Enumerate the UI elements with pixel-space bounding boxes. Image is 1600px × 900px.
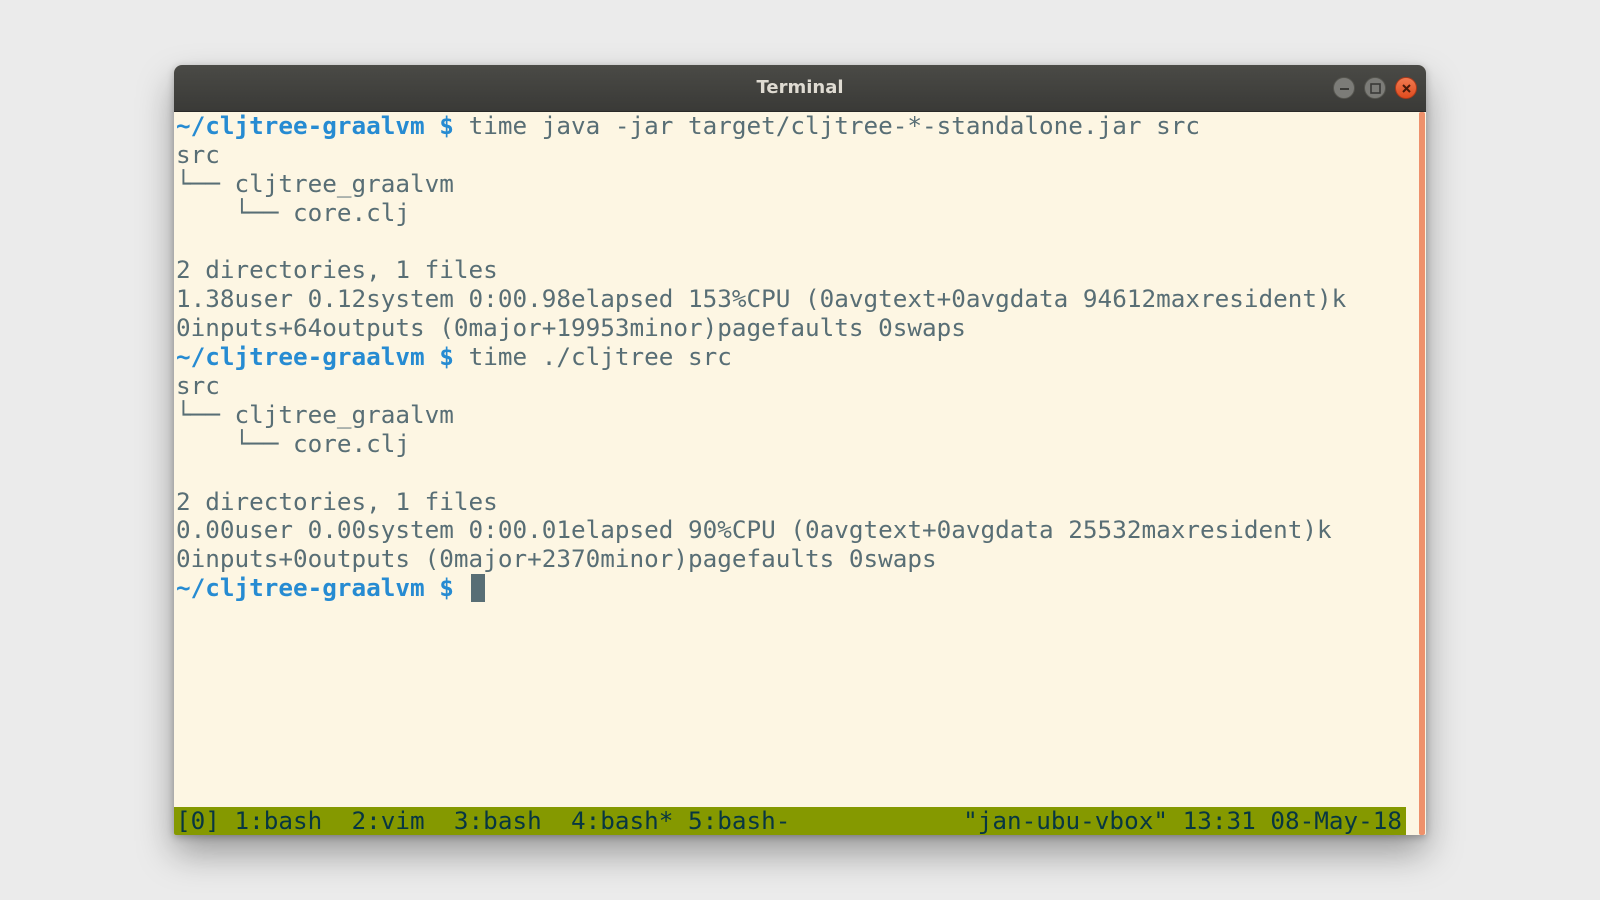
shell-prompt: ~/cljtree-graalvm $ bbox=[176, 111, 454, 140]
line-text: 0inputs+64outputs (0major+19953minor)pag… bbox=[176, 313, 966, 343]
terminal-line: 0inputs+64outputs (0major+19953minor)pag… bbox=[176, 313, 1346, 343]
line-text: 2 directories, 1 files bbox=[176, 486, 498, 516]
terminal-output[interactable]: ~/cljtree-graalvm $ time java -jar targe… bbox=[174, 111, 1414, 835]
line-text: └── core.clj bbox=[176, 197, 411, 227]
scrollbar[interactable] bbox=[1418, 112, 1426, 835]
terminal-line: ~/cljtree-graalvm $ time ./cljtree src bbox=[176, 342, 1346, 372]
line-text: 2 directories, 1 files bbox=[176, 255, 498, 285]
terminal-line: src bbox=[176, 371, 1346, 401]
terminal-lines: ~/cljtree-graalvm $ time java -jar targe… bbox=[176, 111, 1347, 603]
line-text: src bbox=[176, 371, 220, 401]
terminal-line: src bbox=[176, 139, 1346, 170]
tmux-status-bar: [0] 1:bash 2:vim 3:bash 4:bash* 5:bash- … bbox=[174, 807, 1406, 835]
terminal-line: └── cljtree_graalvm bbox=[176, 399, 1346, 430]
line-text: 1.38user 0.12system 0:00.98elapsed 153%C… bbox=[176, 284, 1347, 314]
line-text: time ./cljtree src bbox=[453, 342, 732, 372]
terminal-line: ~/cljtree-graalvm $ bbox=[176, 573, 1346, 603]
terminal-line: 0inputs+0outputs (0major+2370minor)pagef… bbox=[176, 544, 1346, 574]
terminal-line: 2 directories, 1 files bbox=[176, 256, 1346, 285]
tmux-window-list[interactable]: [0] 1:bash 2:vim 3:bash 4:bash* 5:bash- bbox=[176, 807, 790, 835]
line-text: └── cljtree_graalvm bbox=[176, 399, 454, 429]
title-bar[interactable]: Terminal bbox=[174, 65, 1426, 112]
line-text: └── cljtree_graalvm bbox=[176, 168, 454, 198]
close-icon bbox=[1402, 84, 1411, 93]
line-text bbox=[454, 573, 469, 602]
terminal-line: ~/cljtree-graalvm $ time java -jar targe… bbox=[176, 111, 1346, 141]
shell-prompt: ~/cljtree-graalvm $ bbox=[176, 342, 454, 372]
line-text: src bbox=[176, 139, 220, 169]
terminal-line: └── core.clj bbox=[176, 197, 1346, 228]
line-text: 0.00user 0.00system 0:00.01elapsed 90%CP… bbox=[176, 515, 1332, 545]
maximize-icon bbox=[1370, 83, 1381, 94]
minimize-icon bbox=[1340, 88, 1349, 90]
shell-prompt: ~/cljtree-graalvm $ bbox=[176, 573, 454, 603]
minimize-button[interactable] bbox=[1333, 77, 1355, 99]
terminal-line: 1.38user 0.12system 0:00.98elapsed 153%C… bbox=[176, 284, 1347, 314]
scrollbar-thumb[interactable] bbox=[1419, 112, 1425, 835]
window-title: Terminal bbox=[756, 77, 844, 98]
line-text: 0inputs+0outputs (0major+2370minor)pagef… bbox=[176, 544, 937, 574]
line-text: time java -jar target/cljtree-*-standalo… bbox=[453, 111, 1200, 140]
close-button[interactable] bbox=[1395, 77, 1417, 99]
maximize-button[interactable] bbox=[1364, 77, 1386, 99]
terminal-line: └── cljtree_graalvm bbox=[176, 168, 1346, 199]
line-text: └── core.clj bbox=[176, 428, 411, 458]
tmux-host-clock: "jan-ubu-vbox" 13:31 08-May-18 bbox=[963, 806, 1402, 835]
text-cursor bbox=[470, 574, 485, 603]
terminal-window: Terminal ~/cljtree-graalvm $ time java -… bbox=[174, 65, 1426, 835]
terminal-line: └── core.clj bbox=[176, 428, 1346, 459]
terminal-line: 2 directories, 1 files bbox=[176, 486, 1346, 517]
terminal-line: 0.00user 0.00system 0:00.01elapsed 90%CP… bbox=[176, 516, 1346, 545]
